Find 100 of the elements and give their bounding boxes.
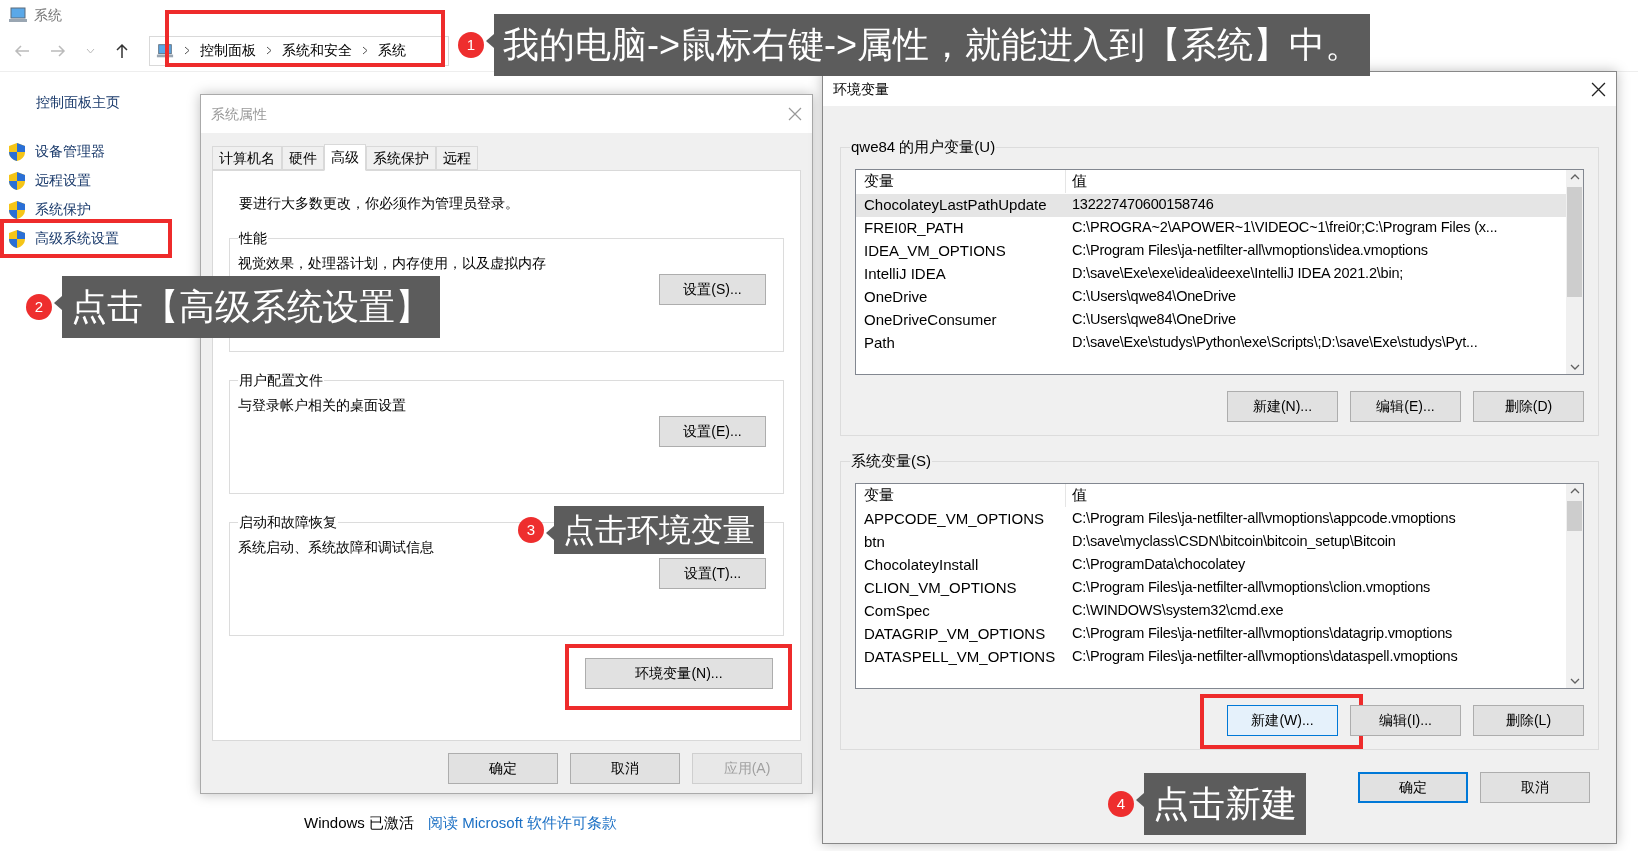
group-title: qwe84 的用户变量(U) [850, 137, 997, 157]
scroll-up-icon[interactable] [1569, 173, 1580, 180]
settings-button[interactable]: 设置(E)... [659, 416, 766, 447]
variable-value: C:\PROGRA~2\APOWER~1\VIDEOC~1\frei0r;C:\Program Files (x... [1071, 218, 1498, 238]
variable-name: APPCODE_VM_OPTIONS [863, 508, 1046, 529]
variable-name: IntelliJ IDEA [863, 263, 947, 284]
group-title: 用户配置文件 [238, 371, 324, 390]
breadcrumb-item[interactable]: 系统和安全 [282, 40, 352, 61]
tab[interactable]: 计算机名 [212, 146, 282, 170]
variable-action-button[interactable]: 新建(W)... [1227, 704, 1338, 736]
environment-variables-button[interactable]: 环境变量(N)... [585, 658, 773, 689]
computer-icon [8, 7, 28, 23]
variable-value: C:\Program Files\ja-netfilter-all\vmoptions\appcode.vmoptions [1071, 509, 1456, 529]
breadcrumb-item[interactable]: 系统 [378, 40, 406, 61]
breadcrumb-item[interactable]: 控制面板 [200, 40, 256, 61]
scroll-down-icon[interactable] [1569, 677, 1580, 684]
variable-value: 132227470600158746 [1071, 195, 1214, 215]
variable-row[interactable]: OneDriveConsumer C:\Users\qwe84\OneDrive [856, 308, 1566, 332]
chevron-down-icon[interactable] [86, 47, 95, 54]
shield-icon [8, 199, 26, 220]
tab[interactable]: 高级 [324, 144, 366, 171]
window-title: 系统 [34, 5, 62, 25]
group-title: 启动和故障恢复 [238, 513, 338, 532]
shield-icon [8, 228, 26, 249]
back-icon[interactable] [14, 43, 30, 58]
tab[interactable]: 系统保护 [366, 146, 436, 170]
variable-value: C:\Program Files\ja-netfilter-all\vmoptions\clion.vmoptions [1071, 578, 1431, 598]
variable-row[interactable]: CLION_VM_OPTIONS C:\Program Files\ja-netfilter-all\vmoptions\clion.vmoptions [856, 576, 1566, 600]
variable-row[interactable]: btn D:\save\myclass\CSDN\bitcoin\bitcoin_setup\Bitcoin [856, 530, 1566, 554]
variable-row[interactable]: DATASPELL_VM_OPTIONS C:\Program Files\ja-netfilter-all\vmoptions\dataspell.vmoptions [856, 645, 1566, 669]
column-header[interactable]: 变量 [856, 484, 1066, 507]
sidebar-link[interactable]: 远程设置 [35, 170, 91, 191]
variable-value: C:\WINDOWS\system32\cmd.exe [1071, 601, 1284, 621]
forward-icon[interactable] [50, 43, 66, 58]
group-title: 性能 [238, 229, 268, 248]
variable-name: Path [863, 332, 896, 353]
group-description: 与登录帐户相关的桌面设置 [238, 396, 406, 415]
variable-value: D:\save\myclass\CSDN\bitcoin\bitcoin_setup\Bitcoin [1071, 532, 1396, 552]
up-icon[interactable] [115, 42, 129, 59]
chevron-right-icon [266, 46, 272, 55]
variable-name: FREI0R_PATH [863, 217, 965, 238]
scrollbar[interactable] [1566, 483, 1583, 688]
variable-row[interactable]: IDEA_VM_OPTIONS C:\Program Files\ja-netfilter-all\vmoptions\idea.vmoptions [856, 239, 1566, 263]
variable-value: C:\Program Files\ja-netfilter-all\vmoptions\dataspell.vmoptions [1071, 647, 1458, 667]
callout-pointer [54, 296, 62, 310]
scrollbar[interactable] [1566, 169, 1583, 374]
variable-name: OneDriveConsumer [863, 309, 998, 330]
scroll-thumb[interactable] [1567, 500, 1582, 531]
step-number-badge: 2 [26, 294, 52, 320]
sidebar-link[interactable]: 设备管理器 [35, 141, 105, 162]
variable-name: OneDrive [863, 286, 929, 307]
tab[interactable]: 硬件 [282, 146, 324, 170]
variable-row[interactable]: APPCODE_VM_OPTIONS C:\Program Files\ja-netfilter-all\vmoptions\appcode.vmoptions [856, 507, 1566, 531]
variable-value: C:\ProgramData\chocolatey [1071, 555, 1246, 575]
variable-action-button[interactable]: 删除(D) [1473, 390, 1584, 422]
variable-name: DATAGRIP_VM_OPTIONS [863, 623, 1047, 644]
column-header[interactable]: 值 [1066, 170, 1087, 193]
variable-row[interactable]: Path D:\save\Exe\studys\Python\exe\Scripts\;D:\save\Exe\studys\Pyt... [856, 331, 1566, 355]
variable-name: IDEA_VM_OPTIONS [863, 240, 1007, 261]
dialog-button[interactable]: 确定 [448, 753, 558, 784]
close-icon[interactable] [1591, 81, 1606, 97]
variable-name: ComSpec [863, 600, 931, 621]
variable-row[interactable]: ComSpec C:\WINDOWS\system32\cmd.exe [856, 599, 1566, 623]
variable-row[interactable]: ChocolateyLastPathUpdate 132227470600158746 [856, 193, 1566, 217]
group-description: 视觉效果，处理器计划，内存使用，以及虚拟内存 [238, 254, 546, 273]
variable-value: C:\Users\qwe84\OneDrive [1071, 310, 1236, 330]
settings-button[interactable]: 设置(T)... [659, 558, 766, 589]
scroll-thumb[interactable] [1567, 186, 1582, 297]
variable-row[interactable]: OneDrive C:\Users\qwe84\OneDrive [856, 285, 1566, 309]
column-header[interactable]: 值 [1066, 484, 1087, 507]
variable-action-button[interactable]: 编辑(I)... [1350, 704, 1461, 736]
shield-icon [8, 141, 26, 162]
dialog-button[interactable]: 取消 [1480, 772, 1590, 803]
variable-action-button[interactable]: 删除(L) [1473, 704, 1584, 736]
scroll-down-icon[interactable] [1569, 363, 1580, 370]
sidebar-link[interactable]: 高级系统设置 [35, 228, 119, 249]
variable-value: C:\Program Files\ja-netfilter-all\vmoptions\datagrip.vmoptions [1071, 624, 1453, 644]
tab[interactable]: 远程 [436, 146, 478, 170]
settings-button[interactable]: 设置(S)... [659, 274, 766, 305]
address-bar[interactable]: 控制面板 系统和安全 系统 [149, 35, 449, 66]
dialog-button[interactable]: 确定 [1358, 772, 1468, 803]
chevron-right-icon [362, 46, 368, 55]
variable-row[interactable]: DATAGRIP_VM_OPTIONS C:\Program Files\ja-netfilter-all\vmoptions\datagrip.vmoptions [856, 622, 1566, 646]
scroll-up-icon[interactable] [1569, 487, 1580, 494]
variable-action-button[interactable]: 编辑(E)... [1350, 390, 1461, 422]
activation-status: Windows 已激活 [304, 813, 415, 833]
license-link[interactable]: 阅读 Microsoft 软件许可条款 [428, 812, 618, 835]
variable-action-button[interactable]: 新建(N)... [1227, 390, 1338, 422]
sidebar-link[interactable]: 系统保护 [35, 199, 91, 220]
variable-row[interactable]: ChocolateyInstall C:\ProgramData\chocolatey [856, 553, 1566, 577]
variable-name: btn [863, 531, 886, 552]
shield-icon [8, 170, 26, 191]
variable-value: D:\save\Exe\exe\idea\ideexe\IntelliJ IDEA 2021.2\bin; [1071, 264, 1404, 284]
variable-value: C:\Users\qwe84\OneDrive [1071, 287, 1236, 307]
variable-row[interactable]: FREI0R_PATH C:\PROGRA~2\APOWER~1\VIDEOC~1\frei0r;C:\Program Files (x... [856, 216, 1566, 240]
variable-name: CLION_VM_OPTIONS [863, 577, 1018, 598]
variable-name: ChocolateyLastPathUpdate [863, 194, 1048, 215]
dialog-button[interactable]: 取消 [570, 753, 680, 784]
column-header[interactable]: 变量 [856, 170, 1066, 193]
variable-row[interactable]: IntelliJ IDEA D:\save\Exe\exe\idea\ideexe\IntelliJ IDEA 2021.2\bin; [856, 262, 1566, 286]
